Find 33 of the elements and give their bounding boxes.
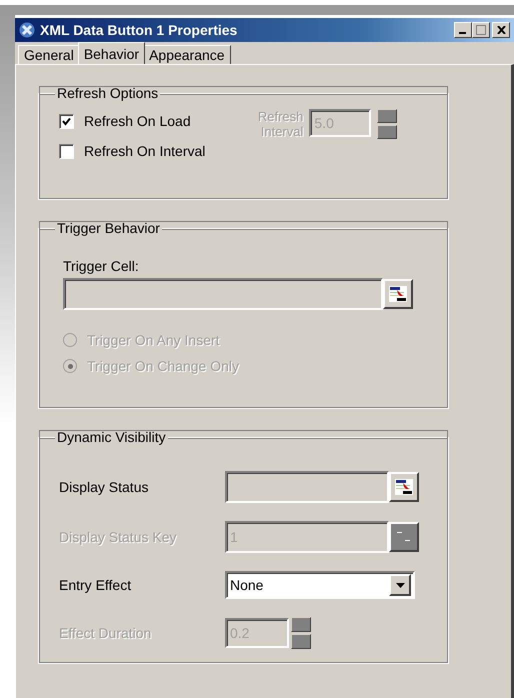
- tab[interactable]: General: [18, 45, 80, 64]
- field-label: Display Status: [59, 479, 150, 495]
- app-icon: [19, 22, 35, 38]
- input-field[interactable]: [225, 471, 389, 503]
- trigger-cell-field[interactable]: [63, 278, 383, 310]
- cell-picker-icon: [389, 286, 407, 302]
- cell-picker-button[interactable]: [383, 279, 413, 309]
- window-title: XML Data Button 1 Properties: [40, 22, 238, 38]
- cell-picker-button[interactable]: [389, 522, 419, 552]
- group-title: Refresh Options: [55, 85, 160, 101]
- group-title: Trigger Behavior: [55, 220, 162, 236]
- tab[interactable]: Appearance: [143, 45, 231, 64]
- entry-effect-dropdown[interactable]: None: [225, 571, 415, 599]
- field-label: Trigger Cell:: [63, 258, 140, 274]
- checkbox-label: Refresh On Interval: [84, 143, 206, 159]
- checkbox[interactable]: [59, 144, 74, 158]
- caret-icon: [396, 582, 404, 588]
- cell-picker-icon: [395, 479, 413, 495]
- dropdown-button[interactable]: [389, 574, 411, 596]
- close-button[interactable]: [492, 22, 510, 38]
- checkbox-label: Refresh On Load: [84, 113, 191, 129]
- group-title: Dynamic Visibility: [55, 429, 168, 445]
- checkbox[interactable]: [59, 114, 74, 128]
- cell-picker-button[interactable]: [389, 472, 419, 502]
- spinner[interactable]: [377, 109, 398, 139]
- maximize-button[interactable]: [472, 22, 490, 38]
- maximize-icon: [476, 25, 486, 35]
- minimize-button[interactable]: [454, 22, 472, 38]
- close-icon: [496, 26, 506, 34]
- field-label: Entry Effect: [59, 577, 132, 593]
- check-icon: [62, 116, 71, 126]
- tab[interactable]: Behavior: [78, 42, 146, 64]
- spinner[interactable]: [291, 617, 311, 649]
